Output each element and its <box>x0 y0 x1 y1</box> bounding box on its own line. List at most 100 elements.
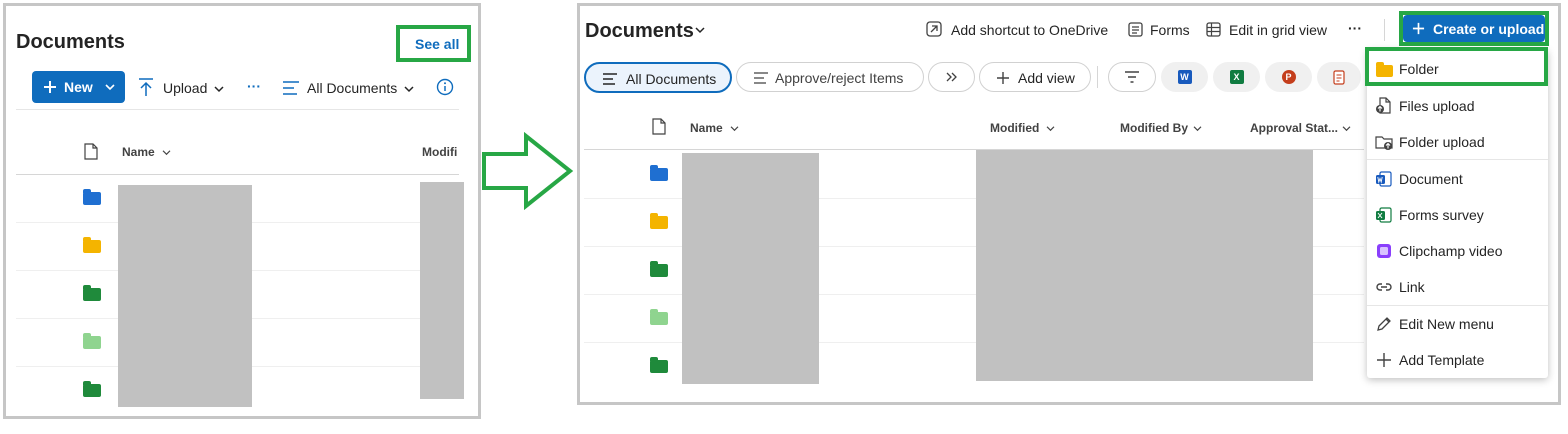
add-view-button[interactable]: Add view <box>979 62 1091 92</box>
list-view-icon <box>754 72 768 84</box>
folder-icon <box>83 189 101 205</box>
view-tab-label: All Documents <box>626 71 717 87</box>
chevron-down-icon <box>105 84 115 91</box>
menu-item-label: Link <box>1399 279 1425 295</box>
powerpoint-filter-button[interactable]: P <box>1265 62 1312 92</box>
plus-icon <box>1412 22 1425 35</box>
menu-item-document[interactable]: Document <box>1367 162 1548 196</box>
folder-icon <box>650 261 668 277</box>
view-tab-approve-reject[interactable]: Approve/reject Items <box>736 62 924 92</box>
folder-icon <box>83 381 101 397</box>
word-app-icon: W <box>1177 70 1192 84</box>
menu-item-edit-new-menu[interactable]: Edit New menu <box>1367 307 1548 341</box>
redacted-names <box>118 185 252 407</box>
menu-item-forms-survey[interactable]: Forms survey <box>1367 198 1548 232</box>
menu-item-label: Document <box>1399 171 1463 187</box>
chevron-down-icon <box>1046 126 1055 132</box>
more-views-button[interactable] <box>928 62 975 92</box>
folder-icon <box>650 357 668 373</box>
redacted-modified <box>420 182 464 399</box>
pill-divider <box>1097 66 1098 88</box>
chevron-down-icon <box>1193 126 1202 132</box>
forms-label: Forms <box>1150 22 1190 38</box>
excel-filter-button[interactable]: X <box>1213 62 1260 92</box>
form-doc-icon <box>1333 69 1345 85</box>
folder-icon <box>650 309 668 325</box>
create-upload-menu: Folder Files upload Folder upload Docume… <box>1367 49 1548 378</box>
column-header-modified[interactable]: Modifi <box>422 145 457 159</box>
upload-icon <box>139 78 153 96</box>
menu-item-folder-upload[interactable]: Folder upload <box>1367 125 1548 159</box>
forms-icon <box>1128 22 1143 37</box>
add-shortcut-button[interactable]: Add shortcut to OneDrive <box>926 21 1112 41</box>
info-icon[interactable] <box>436 78 454 96</box>
word-filter-button[interactable]: W <box>1161 62 1208 92</box>
chevron-down-icon <box>162 150 171 156</box>
upload-button[interactable]: Upload <box>138 77 233 99</box>
excel-survey-icon <box>1376 207 1392 223</box>
redacted-names <box>682 153 819 384</box>
pencil-icon <box>1377 317 1391 331</box>
toolbar-divider <box>16 109 459 110</box>
menu-item-link[interactable]: Link <box>1367 270 1548 304</box>
file-upload-icon <box>1376 97 1391 114</box>
word-document-icon <box>1376 171 1392 187</box>
folder-upload-icon <box>1375 136 1393 150</box>
view-selector[interactable]: All Documents <box>282 77 417 99</box>
menu-item-label: Files upload <box>1399 98 1475 114</box>
edit-grid-button[interactable]: Edit in grid view <box>1206 21 1332 41</box>
menu-divider <box>1367 159 1548 160</box>
shortcut-icon <box>926 21 942 37</box>
column-header-modified[interactable]: Modified <box>990 121 1039 135</box>
folder-icon <box>650 165 668 181</box>
more-options-button[interactable]: ··· <box>247 78 261 94</box>
redacted-metadata <box>976 150 1313 381</box>
add-view-label: Add view <box>1018 70 1075 86</box>
menu-item-clipchamp-video[interactable]: Clipchamp video <box>1367 234 1548 268</box>
header-divider <box>16 174 459 175</box>
view-tab-label: Approve/reject Items <box>775 70 904 86</box>
plus-icon <box>997 72 1009 84</box>
forms-filter-button[interactable] <box>1317 62 1361 92</box>
new-button-label: New <box>64 79 93 95</box>
menu-item-label: Folder upload <box>1399 134 1485 150</box>
plus-icon <box>1377 353 1391 367</box>
column-header-name[interactable]: Name <box>122 145 155 159</box>
page-title: Documents <box>16 31 125 53</box>
clipchamp-icon <box>1377 244 1391 258</box>
chevron-down-icon <box>214 86 224 93</box>
grid-icon <box>1206 22 1221 37</box>
list-view-icon <box>283 81 299 95</box>
view-selector-label: All Documents <box>307 80 398 96</box>
menu-item-label: Add Template <box>1399 352 1485 368</box>
file-type-icon <box>84 143 98 160</box>
chevron-down-icon <box>695 27 705 34</box>
column-header-name[interactable]: Name <box>690 121 723 135</box>
menu-item-label: Clipchamp video <box>1399 243 1503 259</box>
file-type-icon <box>652 118 666 135</box>
column-header-modified-by[interactable]: Modified By <box>1120 121 1188 135</box>
see-all-link[interactable]: See all <box>415 36 459 52</box>
menu-item-files-upload[interactable]: Files upload <box>1367 89 1548 123</box>
more-options-button[interactable]: ··· <box>1348 20 1362 36</box>
view-tab-all-documents[interactable]: All Documents <box>584 62 732 93</box>
folder-icon <box>650 213 668 229</box>
powerpoint-app-icon: P <box>1281 70 1296 84</box>
page-title[interactable]: Documents <box>585 20 694 43</box>
list-view-icon <box>603 73 617 85</box>
filter-button[interactable] <box>1108 62 1156 92</box>
arrow-right-icon <box>482 132 574 210</box>
excel-app-icon: X <box>1229 70 1244 84</box>
filter-icon <box>1125 71 1139 83</box>
forms-button[interactable]: Forms <box>1128 21 1190 41</box>
edit-grid-label: Edit in grid view <box>1229 22 1328 38</box>
chevron-down-icon <box>1342 126 1351 132</box>
chevron-down-icon <box>404 86 414 93</box>
create-or-upload-button[interactable]: Create or upload <box>1403 15 1545 42</box>
plus-icon <box>44 81 56 93</box>
new-button[interactable]: New <box>32 71 125 103</box>
folder-icon <box>83 333 101 349</box>
folder-menu-highlight <box>1365 47 1548 86</box>
column-header-approval-status[interactable]: Approval Stat... <box>1250 121 1338 135</box>
menu-item-add-template[interactable]: Add Template <box>1367 343 1548 377</box>
